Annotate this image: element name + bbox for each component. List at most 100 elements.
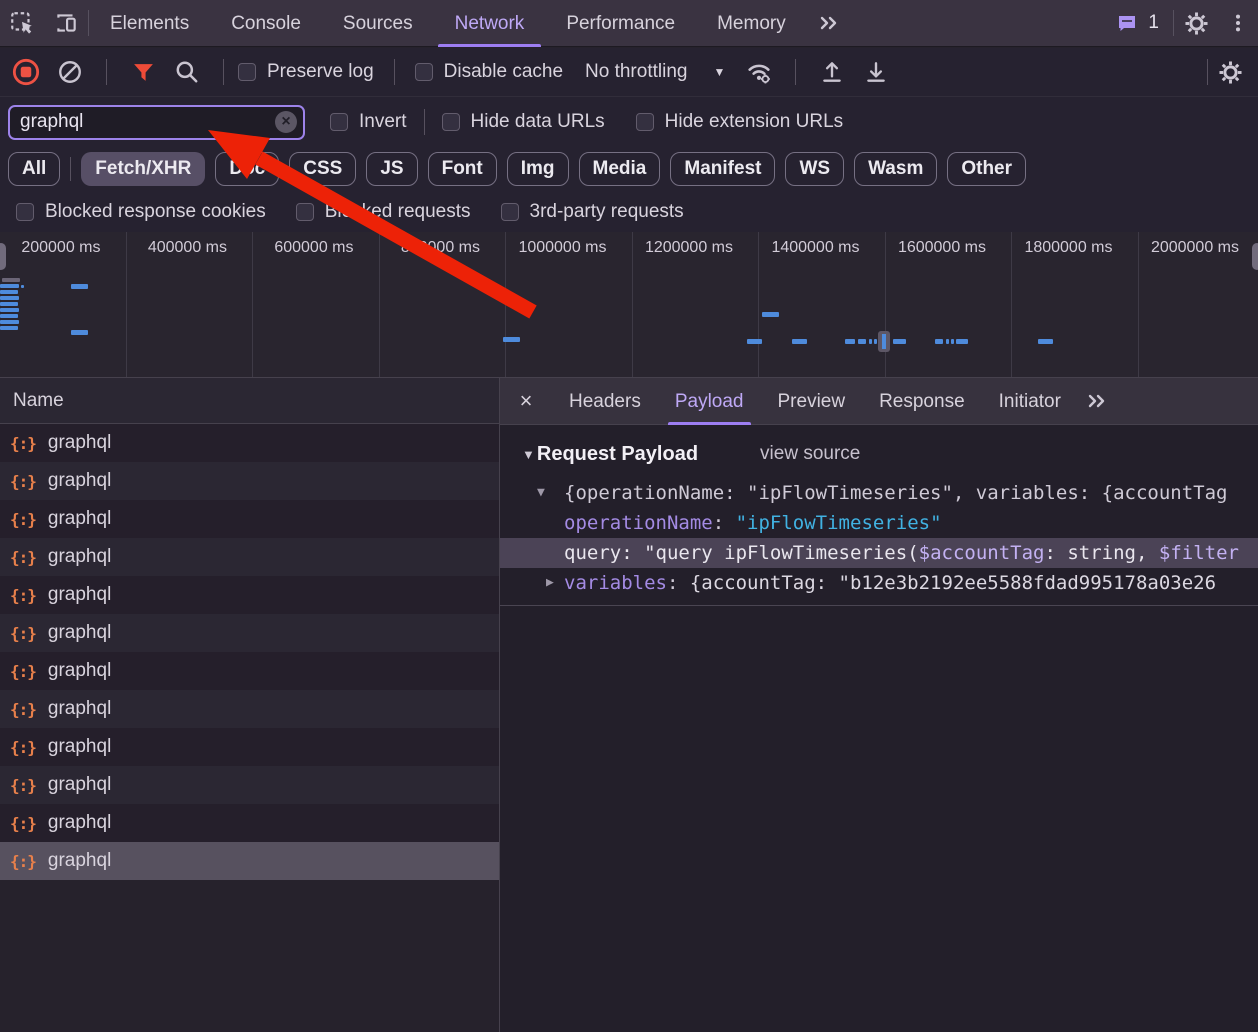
search-network-button[interactable] — [165, 49, 209, 96]
request-row[interactable]: {:}graphql — [0, 690, 499, 728]
third-party-requests-checkbox[interactable] — [501, 203, 519, 221]
blocked-requests-checkbox[interactable] — [296, 203, 314, 221]
chip-media[interactable]: Media — [579, 152, 661, 186]
filter-input[interactable] — [10, 111, 303, 133]
more-details-tabs-button[interactable] — [1078, 378, 1116, 425]
network-overview-timeline[interactable]: 200000 ms 400000 ms 600000 ms 800000 ms … — [0, 232, 1258, 378]
timeline-request-bar — [71, 330, 88, 335]
request-name: graphql — [48, 736, 111, 758]
chip-ws[interactable]: WS — [785, 152, 844, 186]
chip-doc[interactable]: Doc — [215, 152, 279, 186]
request-row[interactable]: {:}graphql — [0, 728, 499, 766]
details-tab-preview[interactable]: Preview — [761, 378, 863, 425]
tab-elements[interactable]: Elements — [89, 0, 210, 47]
funnel-icon — [131, 60, 156, 85]
request-row[interactable]: {:}graphql — [0, 424, 499, 462]
details-tab-response[interactable]: Response — [862, 378, 982, 425]
gear-icon — [1183, 10, 1210, 37]
inspect-element-button[interactable] — [0, 0, 44, 47]
wifi-gear-icon — [745, 58, 773, 86]
request-row[interactable]: {:}graphql — [0, 538, 499, 576]
timeline-request-bar — [792, 339, 807, 344]
close-details-icon[interactable]: × — [500, 388, 552, 414]
timeline-window-handle-left[interactable] — [0, 243, 6, 270]
tab-console[interactable]: Console — [210, 0, 322, 47]
tab-network[interactable]: Network — [434, 0, 546, 47]
request-row[interactable]: {:}graphql — [0, 804, 499, 842]
chip-wasm[interactable]: Wasm — [854, 152, 937, 186]
details-tab-headers[interactable]: Headers — [552, 378, 658, 425]
chip-img[interactable]: Img — [507, 152, 569, 186]
payload-query-row[interactable]: query: "query ipFlowTimeseries($accountT… — [500, 538, 1258, 568]
filter-toggle-button[interactable] — [121, 49, 165, 96]
timeline-request-bar — [946, 339, 949, 344]
json-braces-icon: {:} — [10, 624, 36, 643]
network-settings-button[interactable] — [1208, 49, 1252, 96]
payload-variables-row[interactable]: ▶variables: {accountTag: "b12e3b2192ee55… — [500, 568, 1258, 598]
timeline-request-bar — [21, 285, 24, 288]
request-row[interactable]: {:}graphql — [0, 462, 499, 500]
payload-root-row[interactable]: ▼{operationName: "ipFlowTimeseries", var… — [500, 478, 1258, 508]
issues-messages-button[interactable] — [1112, 0, 1142, 47]
details-tab-payload[interactable]: Payload — [658, 378, 761, 425]
hide-data-urls-checkbox[interactable] — [442, 113, 460, 131]
device-toolbar-button[interactable] — [44, 0, 88, 47]
section-toggle-icon: ▼ — [522, 447, 535, 462]
timeline-request-bar — [762, 312, 779, 317]
hide-data-urls-label: Hide data URLs — [471, 111, 605, 133]
invert-label: Invert — [359, 111, 407, 133]
chip-manifest[interactable]: Manifest — [670, 152, 775, 186]
devtools-menu-button[interactable] — [1218, 0, 1258, 47]
record-stop-icon — [12, 58, 40, 86]
json-braces-icon: {:} — [10, 472, 36, 491]
blocked-cookies-checkbox[interactable] — [16, 203, 34, 221]
hide-extension-urls-checkbox[interactable] — [636, 113, 654, 131]
payload-string-value: "ipFlowTimeseries" — [736, 512, 942, 534]
export-har-button[interactable] — [854, 49, 898, 96]
request-row[interactable]: {:}graphql — [0, 500, 499, 538]
third-party-requests-control: 3rd-party requests — [501, 201, 684, 223]
chip-fetch-xhr[interactable]: Fetch/XHR — [81, 152, 205, 186]
request-name: graphql — [48, 698, 111, 720]
chip-other[interactable]: Other — [947, 152, 1026, 186]
chip-js[interactable]: JS — [366, 152, 417, 186]
tab-memory[interactable]: Memory — [696, 0, 807, 47]
record-network-log-button[interactable] — [4, 49, 48, 96]
preserve-log-checkbox[interactable] — [238, 63, 256, 81]
throttling-dropdown[interactable]: No throttling ▼ — [585, 61, 725, 83]
tab-sources[interactable]: Sources — [322, 0, 434, 47]
request-row[interactable]: {:}graphql — [0, 614, 499, 652]
chip-all[interactable]: All — [8, 152, 60, 186]
clear-network-log-button[interactable] — [48, 49, 92, 96]
clear-filter-icon[interactable]: × — [275, 111, 297, 133]
message-count: 1 — [1148, 12, 1159, 34]
request-payload-section[interactable]: ▼ Request Payload view source — [500, 438, 1258, 470]
tab-performance[interactable]: Performance — [545, 0, 696, 47]
network-conditions-button[interactable] — [737, 49, 781, 96]
timeline-window-handle-right[interactable] — [1252, 243, 1258, 270]
query-variable: $filter — [1159, 542, 1239, 564]
request-row[interactable]: {:}graphql — [0, 576, 499, 614]
request-name: graphql — [48, 508, 111, 530]
timeline-request-bar — [0, 296, 19, 300]
settings-button[interactable] — [1174, 0, 1218, 47]
invert-checkbox[interactable] — [330, 113, 348, 131]
payload-operation-name-row[interactable]: operationName: "ipFlowTimeseries" — [500, 508, 1258, 538]
chip-separator — [70, 157, 71, 181]
view-source-link[interactable]: view source — [760, 443, 860, 465]
request-row[interactable]: {:}graphql — [0, 766, 499, 804]
import-har-button[interactable] — [810, 49, 854, 96]
details-tab-initiator[interactable]: Initiator — [982, 378, 1078, 425]
timeline-request-bar — [0, 314, 18, 318]
payload-section-divider — [500, 605, 1258, 606]
more-tabs-button[interactable] — [807, 0, 851, 47]
disable-cache-control: Disable cache — [415, 61, 563, 83]
chip-css[interactable]: CSS — [289, 152, 356, 186]
request-row[interactable]: {:}graphql — [0, 652, 499, 690]
key-value-separator: : — [667, 572, 690, 594]
disable-cache-checkbox[interactable] — [415, 63, 433, 81]
request-row-selected[interactable]: {:}graphql — [0, 842, 499, 880]
chip-font[interactable]: Font — [428, 152, 497, 186]
request-name: graphql — [48, 660, 111, 682]
name-column-header[interactable]: Name — [0, 378, 499, 424]
